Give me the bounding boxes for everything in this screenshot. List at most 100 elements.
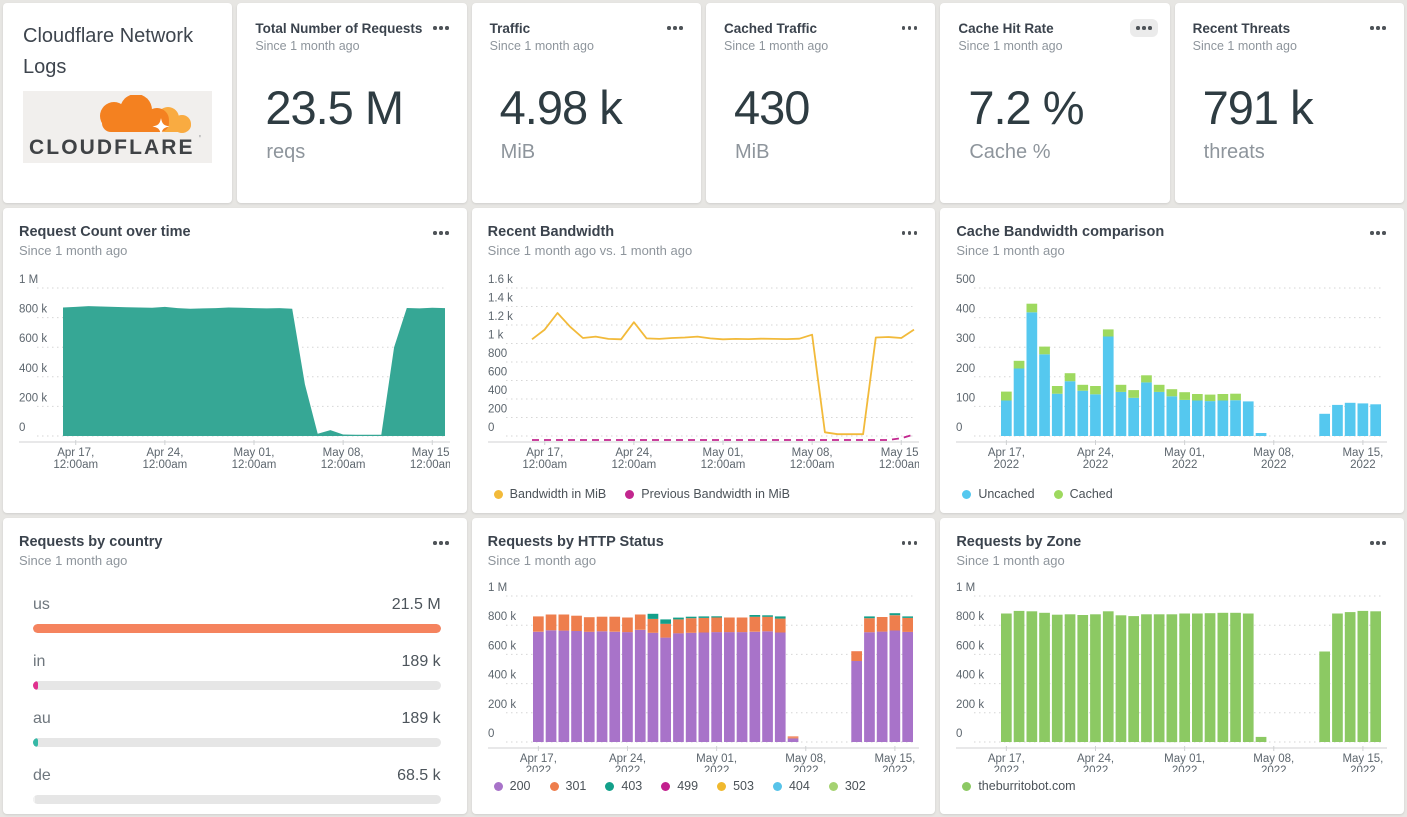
stat-unit: MiB (734, 141, 770, 163)
legend-item[interactable]: 200 (493, 779, 531, 793)
recent-bandwidth-chart[interactable]: 1.6 k1.4 k1.2 k1 k8006004002000Apr 17,12… (487, 264, 923, 480)
panel-menu-button[interactable] (661, 19, 689, 37)
legend-label: 404 (788, 779, 810, 793)
panel-menu-button[interactable] (1130, 19, 1158, 37)
panel-menu-button[interactable] (427, 224, 455, 242)
svg-text:Apr 24,: Apr 24, (1077, 447, 1114, 459)
country-bar-fill (33, 738, 38, 747)
panel-subtitle: Since 1 month ago (19, 553, 128, 568)
stat-value: 4.98 k (499, 81, 623, 134)
request-count-chart[interactable]: 1 M800 k600 k400 k200 k0Apr 17,12:00amAp… (19, 264, 455, 480)
stat-card-recent-threats: Recent Threats Since 1 month ago 791 k t… (1174, 3, 1404, 203)
svg-text:300: 300 (956, 333, 975, 345)
svg-text:Apr 17,: Apr 17, (526, 447, 563, 459)
legend-dot-icon (772, 781, 782, 791)
legend-item[interactable]: 526 (550, 812, 587, 814)
legend-item[interactable]: 503 (717, 779, 754, 793)
svg-text:2022: 2022 (1172, 765, 1198, 772)
stat-subtitle: Since 1 month ago (489, 39, 594, 53)
svg-text:400: 400 (488, 385, 507, 397)
svg-text:2022: 2022 (994, 765, 1020, 772)
svg-text:400 k: 400 k (19, 363, 47, 375)
country-row-de: de 68.5 k (33, 767, 441, 804)
panel-menu-button[interactable] (896, 19, 924, 37)
stat-value: 791 k (1202, 81, 1314, 134)
svg-text:12:00am: 12:00am (700, 459, 745, 471)
svg-text:May 08,: May 08, (323, 447, 364, 459)
panel-menu-button[interactable] (896, 534, 924, 552)
country-bar-track (33, 681, 441, 690)
legend-dot-icon (962, 781, 972, 791)
panel-menu-button[interactable] (427, 534, 455, 552)
stat-subtitle: Since 1 month ago (723, 39, 829, 53)
legend-item[interactable]: 302 (828, 779, 866, 793)
stat-card-traffic: Traffic Since 1 month ago 4.98 k MiB (471, 3, 701, 203)
legend-dot-icon (962, 489, 972, 499)
svg-text:May 15,: May 15, (1343, 447, 1384, 459)
legend-item[interactable]: Uncached (962, 487, 1035, 501)
panel-title: Requests by HTTP Status (487, 534, 664, 550)
legend-item[interactable]: Bandwidth in MiB (493, 487, 606, 501)
panel-request-count: Request Count over time Since 1 month ag… (3, 208, 467, 513)
country-value: 189 k (401, 710, 441, 727)
svg-text:12:00am: 12:00am (232, 459, 277, 471)
panel-menu-button[interactable] (427, 19, 455, 37)
legend-item[interactable]: 530 (494, 812, 531, 814)
country-value: 21.5 M (391, 596, 441, 613)
panel-subtitle: Since 1 month ago (956, 243, 1065, 258)
panel-menu-button[interactable] (896, 224, 924, 242)
http-status-chart[interactable]: 1 M800 k600 k400 k200 k0Apr 17,2022Apr 2… (487, 574, 919, 777)
panel-menu-button[interactable] (1364, 224, 1392, 242)
svg-text:2022: 2022 (882, 765, 908, 772)
svg-text:0: 0 (19, 422, 25, 434)
svg-text:12:00am: 12:00am (611, 459, 656, 471)
stat-subtitle: Since 1 month ago (1192, 39, 1297, 53)
svg-text:May 15,: May 15, (1343, 753, 1384, 765)
country-row-us: us 21.5 M (33, 596, 441, 633)
svg-text:0: 0 (488, 728, 494, 740)
legend-item[interactable]: 499 (661, 779, 698, 793)
svg-text:2022: 2022 (1083, 765, 1109, 772)
svg-text:1 M: 1 M (956, 582, 975, 594)
legend-dot-icon (493, 781, 503, 791)
legend-item[interactable]: Previous Bandwidth in MiB (625, 487, 790, 501)
panel-menu-button[interactable] (1364, 534, 1392, 552)
stat-subtitle: Since 1 month ago (958, 39, 1063, 53)
chart-legend: Bandwidth in MiB Previous Bandwidth in Mi… (493, 487, 920, 501)
panel-menu-button[interactable] (1364, 19, 1392, 37)
stat-unit: MiB (500, 141, 536, 163)
panel-requests-by-zone: Requests by Zone Since 1 month ago 1 M 80… (940, 518, 1404, 814)
svg-text:2022: 2022 (1350, 459, 1376, 471)
dashboard-grid: Cloudflare Network Logs CLOUDFLARE ' Tot… (0, 0, 1407, 814)
legend-item[interactable]: 524 (605, 812, 642, 814)
panel-subtitle: Since 1 month ago (487, 553, 597, 568)
legend-item[interactable]: 301 (549, 779, 586, 793)
svg-text:Apr 17,: Apr 17, (988, 447, 1025, 459)
panel-cache-bandwidth: Cache Bandwidth comparison Since 1 month… (940, 208, 1404, 513)
legend-dot-icon (493, 489, 503, 499)
svg-text:May 08,: May 08, (1254, 753, 1295, 765)
panel-title: Requests by country (19, 534, 163, 550)
svg-text:0: 0 (956, 728, 962, 740)
svg-text:200 k: 200 k (956, 699, 984, 711)
svg-text:600: 600 (488, 367, 507, 379)
legend-label: 200 (509, 779, 531, 793)
svg-text:Apr 17,: Apr 17, (57, 447, 94, 459)
legend-item[interactable]: theburritobot.com (962, 779, 1076, 793)
svg-text:500: 500 (956, 274, 975, 286)
legend-item[interactable]: Cached (1053, 487, 1113, 501)
legend-dot-icon (661, 781, 671, 791)
svg-text:2022: 2022 (994, 459, 1020, 471)
legend-label: 524 (621, 812, 642, 814)
cache-bandwidth-chart[interactable]: 5004003002001000Apr 17,2022Apr 24,2022Ma… (956, 264, 1388, 480)
country-label: in (33, 653, 46, 670)
svg-text:May 08,: May 08, (1254, 447, 1295, 459)
country-value: 68.5 k (397, 767, 441, 784)
zone-chart[interactable]: 1 M800 k600 k400 k200 k0Apr 17,2022Apr 2… (956, 574, 1388, 777)
svg-text:800: 800 (488, 348, 507, 360)
svg-text:12:00am: 12:00am (142, 459, 187, 471)
svg-text:400 k: 400 k (488, 670, 516, 682)
legend-item[interactable]: 404 (772, 779, 810, 793)
legend-item[interactable]: 403 (605, 779, 642, 793)
svg-text:400: 400 (956, 304, 975, 316)
